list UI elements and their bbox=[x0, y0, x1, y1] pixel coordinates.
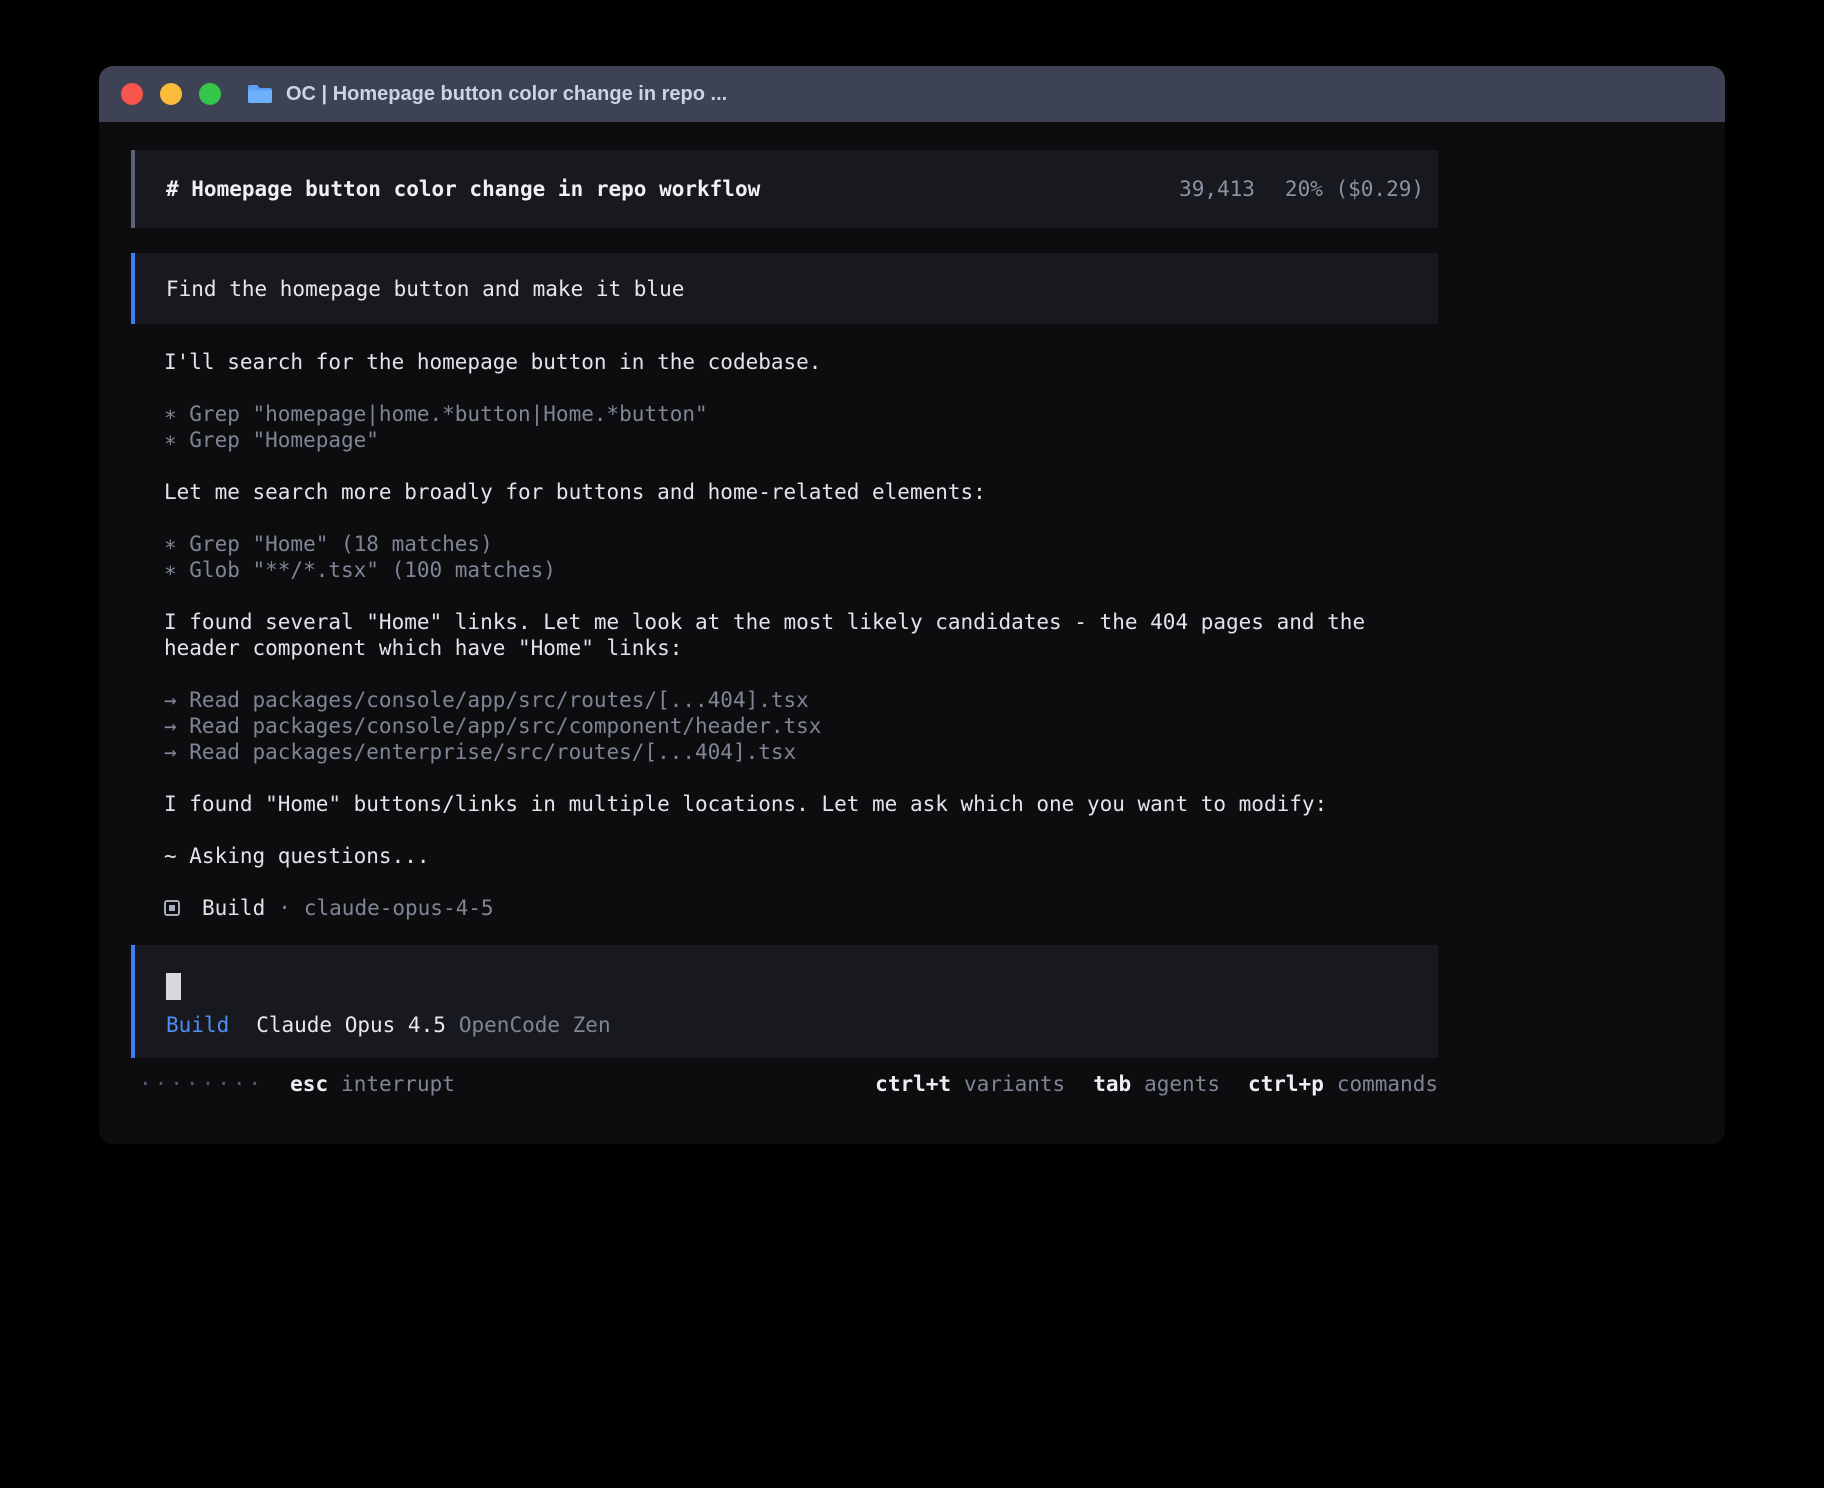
assistant-text: I'll search for the homepage button in t… bbox=[164, 349, 1438, 375]
progress-dots: ········ bbox=[139, 1072, 264, 1096]
tool-call: ∗ Grep "homepage|home.*button|Home.*butt… bbox=[164, 401, 1438, 427]
conversation: I'll search for the homepage button in t… bbox=[164, 349, 1438, 921]
status-bar: ········ esc interrupt ctrl+t variants t… bbox=[131, 1072, 1438, 1096]
agent-separator: · bbox=[278, 895, 291, 921]
close-button[interactable] bbox=[121, 83, 143, 105]
folder-icon bbox=[247, 83, 273, 105]
window-title: OC | Homepage button color change in rep… bbox=[286, 83, 727, 106]
user-message: Find the homepage button and make it blu… bbox=[131, 253, 1438, 324]
shortcut-interrupt: esc interrupt bbox=[290, 1072, 455, 1096]
agent-name: Build bbox=[202, 895, 265, 921]
esc-key: esc bbox=[290, 1072, 328, 1096]
context-usage: 20% ($0.29) bbox=[1285, 177, 1424, 201]
esc-label: interrupt bbox=[341, 1072, 455, 1096]
tool-call-group: → Read packages/console/app/src/routes/[… bbox=[164, 687, 1438, 765]
terminal-window: OC | Homepage button color change in rep… bbox=[99, 66, 1725, 1144]
tool-call: → Read packages/enterprise/src/routes/[.… bbox=[164, 739, 1438, 765]
tool-call: ∗ Grep "Home" (18 matches) bbox=[164, 531, 1438, 557]
tool-call-group: ∗ Grep "Home" (18 matches) ∗ Glob "**/*.… bbox=[164, 531, 1438, 583]
text-cursor bbox=[166, 973, 181, 1000]
window-title-group: OC | Homepage button color change in rep… bbox=[247, 83, 727, 106]
zoom-button[interactable] bbox=[199, 83, 221, 105]
shortcut-hints: ctrl+t variants tab agents ctrl+p comman… bbox=[875, 1072, 1438, 1096]
titlebar: OC | Homepage button color change in rep… bbox=[99, 66, 1725, 122]
assistant-text: Let me search more broadly for buttons a… bbox=[164, 479, 1438, 505]
model-line: Build Claude Opus 4.5 OpenCode Zen bbox=[166, 1013, 1407, 1037]
session-metrics: 39,413 20% ($0.29) bbox=[1179, 177, 1424, 201]
assistant-text: I found several "Home" links. Let me loo… bbox=[164, 609, 1438, 661]
assistant-text: I found "Home" buttons/links in multiple… bbox=[164, 791, 1438, 817]
agent-status-line: Build · claude-opus-4-5 bbox=[164, 895, 1438, 921]
shortcut-agents: tab agents bbox=[1093, 1072, 1220, 1096]
shortcut-key: ctrl+t bbox=[875, 1072, 951, 1096]
session-title: # Homepage button color change in repo w… bbox=[166, 177, 760, 201]
shortcut-variants: ctrl+t variants bbox=[875, 1072, 1065, 1096]
model-name: Claude Opus 4.5 bbox=[256, 1013, 446, 1037]
agent-model: claude-opus-4-5 bbox=[304, 895, 494, 921]
tool-call: ∗ Glob "**/*.tsx" (100 matches) bbox=[164, 557, 1438, 583]
token-count: 39,413 bbox=[1179, 177, 1255, 201]
provider-name: OpenCode Zen bbox=[459, 1013, 611, 1037]
session-header: # Homepage button color change in repo w… bbox=[131, 150, 1438, 228]
tool-call-group: ∗ Grep "homepage|home.*button|Home.*butt… bbox=[164, 401, 1438, 453]
terminal-content: # Homepage button color change in repo w… bbox=[99, 122, 1725, 1096]
shortcut-label: agents bbox=[1144, 1072, 1220, 1096]
prompt-input[interactable]: Build Claude Opus 4.5 OpenCode Zen bbox=[131, 945, 1438, 1058]
mode-badge: Build bbox=[166, 1013, 229, 1037]
shortcut-label: commands bbox=[1337, 1072, 1438, 1096]
tool-call: → Read packages/console/app/src/routes/[… bbox=[164, 687, 1438, 713]
status-text: ~ Asking questions... bbox=[164, 843, 1438, 869]
user-message-text: Find the homepage button and make it blu… bbox=[166, 277, 684, 301]
minimize-button[interactable] bbox=[160, 83, 182, 105]
agent-icon bbox=[164, 900, 180, 916]
tool-call: → Read packages/console/app/src/componen… bbox=[164, 713, 1438, 739]
shortcut-commands: ctrl+p commands bbox=[1248, 1072, 1438, 1096]
tool-call: ∗ Grep "Homepage" bbox=[164, 427, 1438, 453]
shortcut-key: ctrl+p bbox=[1248, 1072, 1324, 1096]
shortcut-key: tab bbox=[1093, 1072, 1131, 1096]
shortcut-label: variants bbox=[964, 1072, 1065, 1096]
traffic-lights bbox=[121, 83, 221, 105]
